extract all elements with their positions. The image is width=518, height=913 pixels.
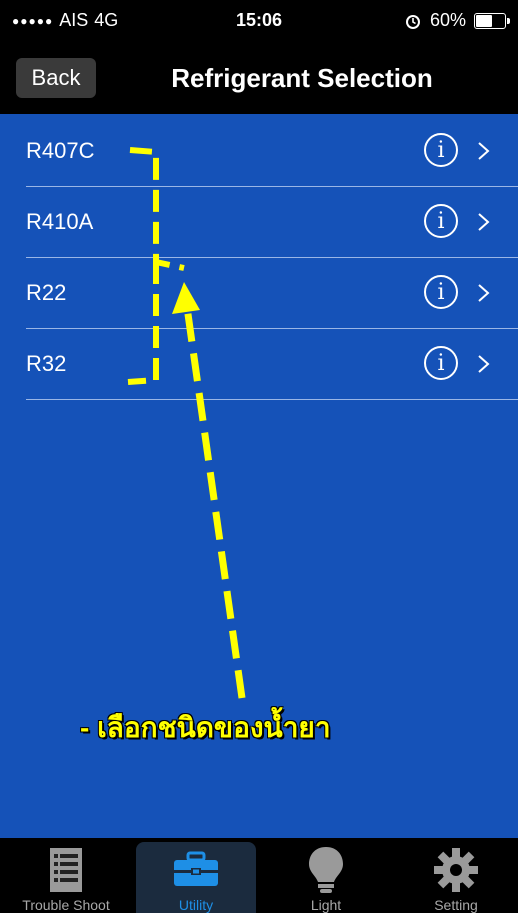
chevron-right-icon: [478, 213, 490, 231]
tab-label: Utility: [178, 897, 214, 913]
back-button[interactable]: Back: [16, 58, 96, 98]
tab-trouble-shoot[interactable]: Trouble Shoot: [6, 842, 126, 913]
battery-icon: [474, 12, 510, 29]
chevron-right-icon: [478, 142, 490, 160]
toolbox-icon: [174, 851, 218, 886]
annotation-text: - เลือกชนิดของน้ำยา: [80, 712, 331, 743]
tab-label: Trouble Shoot: [22, 897, 110, 913]
page-title: Refrigerant Selection: [171, 62, 433, 93]
tab-setting[interactable]: Setting: [396, 842, 516, 913]
gear-icon: [434, 848, 478, 892]
tab-utility[interactable]: Utility: [136, 842, 256, 913]
list-item-label: R32: [26, 351, 67, 376]
info-icon[interactable]: i: [424, 346, 458, 380]
status-bar: ●●●●● AIS 4G 15:06 60%: [0, 0, 518, 42]
bulb-icon: [309, 847, 343, 893]
tab-bar: Trouble Shoot Utility Light Setting: [0, 838, 518, 913]
tab-label: Setting: [434, 897, 478, 913]
chevron-right-icon: [478, 284, 490, 302]
top-bar: ●●●●● AIS 4G 15:06 60% Back Refrigerant …: [0, 0, 518, 114]
list-item-label: R22: [26, 280, 67, 305]
alarm-icon: [405, 14, 420, 29]
list-item-r32[interactable]: R32 i: [26, 329, 518, 400]
info-icon[interactable]: i: [424, 275, 458, 309]
list-item-r410a[interactable]: R410A i: [26, 187, 518, 258]
list-item-r407c[interactable]: R407C i: [26, 116, 518, 187]
tab-light[interactable]: Light: [266, 842, 386, 913]
list-item-label: R407C: [26, 138, 95, 163]
list-item-label: R410A: [26, 209, 94, 234]
chevron-right-icon: [478, 355, 490, 373]
battery-percent: 60%: [429, 10, 466, 30]
refrigerant-list: R407C i R410A i R22 i R32 i: [0, 116, 518, 400]
info-icon[interactable]: i: [424, 133, 458, 167]
list-icon: [50, 848, 82, 892]
tab-label: Light: [310, 897, 342, 913]
list-item-r22[interactable]: R22 i: [26, 258, 518, 329]
battery-level: [476, 14, 492, 27]
info-icon[interactable]: i: [424, 204, 458, 238]
